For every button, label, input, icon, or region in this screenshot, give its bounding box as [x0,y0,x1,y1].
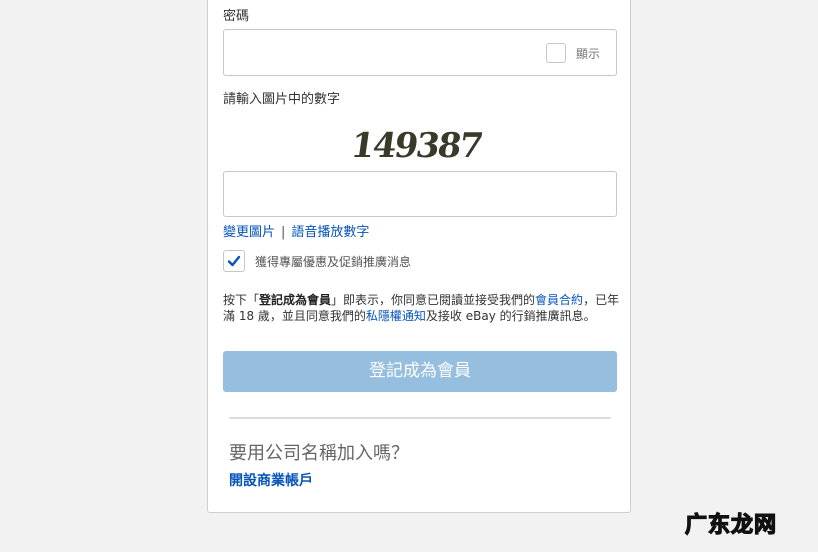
user-agreement-link[interactable]: 會員合約 [535,293,583,307]
legal-button-name: 登記成為會員 [259,293,332,307]
register-button[interactable]: 登記成為會員 [223,351,617,392]
captcha-digits: 149387 [352,126,484,164]
legal-middle: 」即表示，你同意已閱讀並接受我們的 [331,293,536,307]
privacy-notice-link[interactable]: 私隱權通知 [366,309,426,323]
captcha-label: 請輸入圖片中的數字 [223,92,341,107]
section-divider [229,417,611,419]
promo-label: 獲得專屬優惠及促銷推廣消息 [255,255,412,269]
captcha-image: 149387 [352,126,484,164]
business-account-link[interactable]: 開設商業帳戶 [229,470,313,490]
show-password-label: 顯示 [576,47,601,61]
show-password-checkbox[interactable] [546,43,566,63]
links-separator: | [281,225,286,240]
business-question: 要用公司名稱加入嗎？ [229,443,409,464]
page: 密碼 顯示 請輸入圖片中的數字 149387 變更圖片 | 語音播放數字 獲得專屬優… [0,0,818,552]
watermark-logo: 广东龙网 [684,511,777,538]
captcha-links: 變更圖片 | 語音播放數字 [223,221,369,240]
captcha-input[interactable] [223,171,617,217]
svg-text:广东龙网: 广东龙网 [685,512,777,538]
checkmark-icon [227,255,241,267]
audio-captcha-link[interactable]: 語音播放數字 [291,225,369,240]
legal-text: 按下「登記成為會員」即表示，你同意已閱讀並接受我們的會員合約，已年滿 18 歲，… [223,292,623,324]
legal-prefix: 按下「 [223,293,260,307]
promo-checkbox[interactable] [223,250,245,272]
change-image-link[interactable]: 變更圖片 [223,225,275,240]
password-label: 密碼 [223,9,250,24]
legal-suffix: 及接收 eBay 的行銷推廣訊息。 [425,309,596,323]
